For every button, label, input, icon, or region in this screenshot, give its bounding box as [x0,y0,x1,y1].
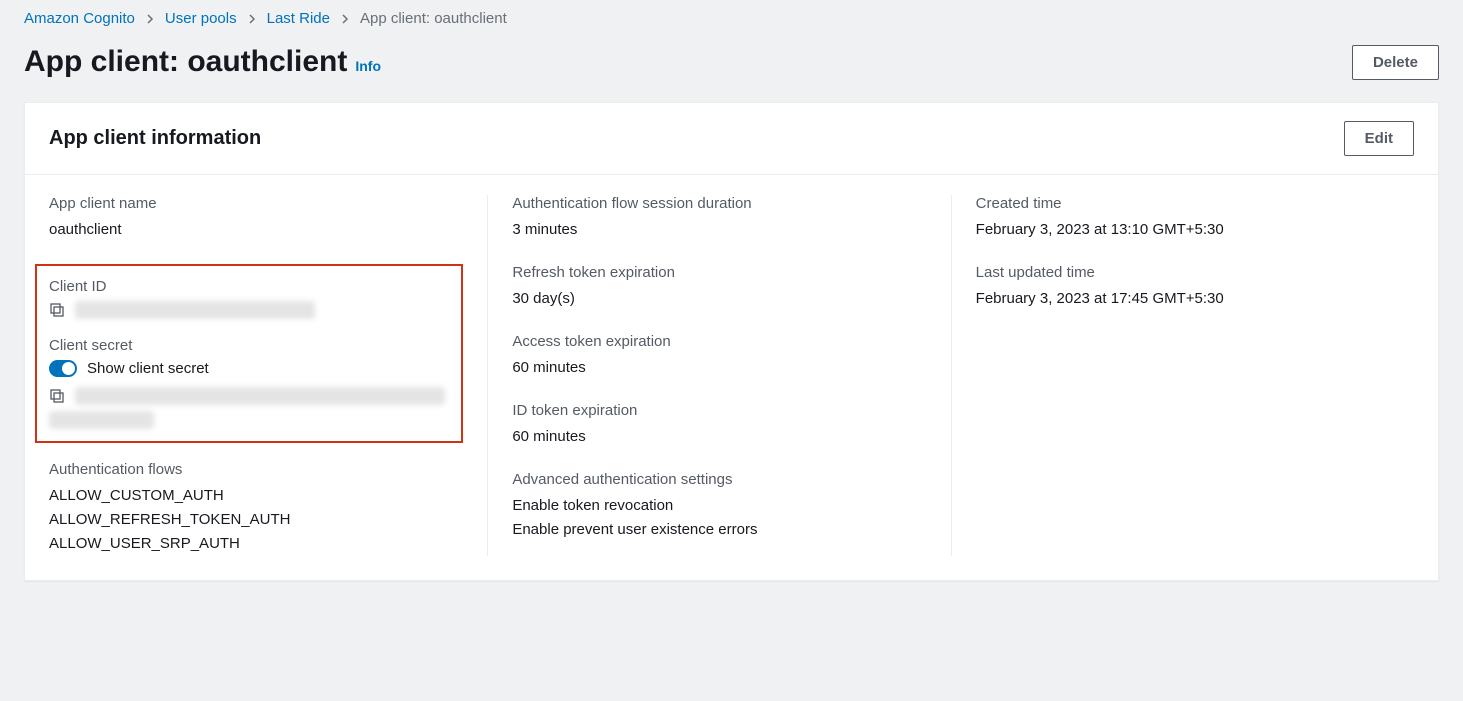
panel-header: App client information Edit [25,103,1438,175]
field-value: 3 minutes [512,218,926,242]
field-label: Created time [976,195,1390,212]
breadcrumb-link-cognito[interactable]: Amazon Cognito [24,10,135,27]
field-label: Authentication flow session duration [512,195,926,212]
field-id-token: ID token expiration 60 minutes [512,402,926,449]
field-label: Advanced authentication settings [512,471,926,488]
field-label: Refresh token expiration [512,264,926,281]
info-link[interactable]: Info [355,58,381,74]
page-title-text: App client: oauthclient [24,45,347,79]
edit-button[interactable]: Edit [1344,121,1414,156]
field-label: Authentication flows [49,461,463,478]
field-advanced-settings: Advanced authentication settings Enable … [512,471,926,542]
client-id-value-redacted [75,301,315,319]
field-value: 30 day(s) [512,287,926,311]
panel-title: App client information [49,127,261,150]
field-label: Last updated time [976,264,1390,281]
chevron-right-icon [247,14,257,24]
field-refresh-token: Refresh token expiration 30 day(s) [512,264,926,311]
field-value: ALLOW_USER_SRP_AUTH [49,532,463,556]
field-value: oauthclient [49,218,463,242]
breadcrumb-current: App client: oauthclient [360,10,507,27]
field-session-duration: Authentication flow session duration 3 m… [512,195,926,242]
breadcrumb-link-pool[interactable]: Last Ride [267,10,330,27]
field-value: February 3, 2023 at 13:10 GMT+5:30 [976,218,1390,242]
show-secret-toggle[interactable] [49,360,77,377]
chevron-right-icon [145,14,155,24]
client-secret-value-redacted [75,387,445,405]
field-app-client-name: App client name oauthclient [49,195,463,242]
page-title: App client: oauthclient Info [24,45,381,79]
breadcrumb: Amazon Cognito User pools Last Ride App … [24,10,1439,27]
field-created-time: Created time February 3, 2023 at 13:10 G… [976,195,1390,242]
copy-icon[interactable] [49,388,65,404]
client-secret-value-redacted [49,411,154,429]
field-value: Enable token revocation [512,494,926,518]
field-value: ALLOW_REFRESH_TOKEN_AUTH [49,508,463,532]
field-client-id: Client ID [49,278,449,319]
field-client-secret: Client secret Show client secret [49,337,449,429]
info-column-3: Created time February 3, 2023 at 13:10 G… [951,195,1414,556]
field-label: Access token expiration [512,333,926,350]
field-value: 60 minutes [512,356,926,380]
field-value: February 3, 2023 at 17:45 GMT+5:30 [976,287,1390,311]
chevron-right-icon [340,14,350,24]
info-column-2: Authentication flow session duration 3 m… [487,195,950,556]
delete-button[interactable]: Delete [1352,45,1439,80]
field-auth-flows: Authentication flows ALLOW_CUSTOM_AUTH A… [49,461,463,556]
field-label: ID token expiration [512,402,926,419]
app-client-info-panel: App client information Edit App client n… [24,102,1439,581]
field-updated-time: Last updated time February 3, 2023 at 17… [976,264,1390,311]
field-value: Enable prevent user existence errors [512,518,926,542]
field-value: 60 minutes [512,425,926,449]
page-header: App client: oauthclient Info Delete [24,45,1439,80]
field-label: Client ID [49,278,449,295]
field-label: Client secret [49,337,449,354]
field-value: ALLOW_CUSTOM_AUTH [49,484,463,508]
field-access-token: Access token expiration 60 minutes [512,333,926,380]
copy-icon[interactable] [49,302,65,318]
show-secret-label: Show client secret [87,360,209,377]
breadcrumb-link-userpools[interactable]: User pools [165,10,237,27]
credentials-highlight: Client ID Client secret [35,264,463,443]
field-label: App client name [49,195,463,212]
info-column-1: App client name oauthclient Client ID [49,195,487,556]
